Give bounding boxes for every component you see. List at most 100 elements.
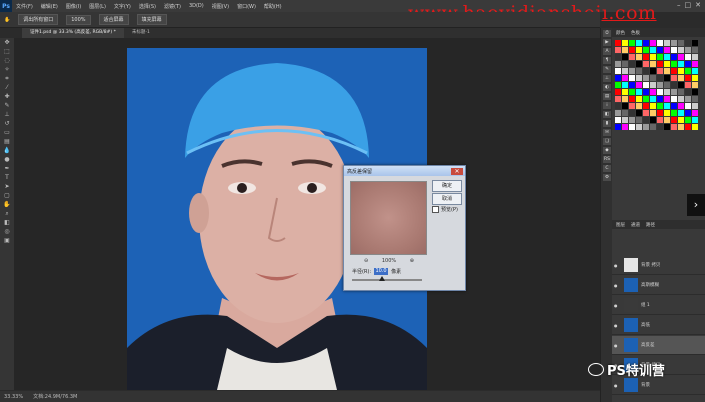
maximize-button[interactable]: □: [685, 1, 692, 9]
swatch[interactable]: [643, 75, 649, 81]
menu-type[interactable]: 文字(Y): [110, 3, 135, 10]
swatch[interactable]: [678, 124, 684, 130]
swatch[interactable]: [671, 110, 677, 116]
cancel-button[interactable]: 取消: [432, 193, 462, 205]
swatch[interactable]: [636, 96, 642, 102]
swatch[interactable]: [671, 82, 677, 88]
swatch[interactable]: [678, 40, 684, 46]
swatch[interactable]: [664, 82, 670, 88]
chevron-right-icon[interactable]: ›: [687, 194, 705, 216]
swatch[interactable]: [664, 68, 670, 74]
swatch[interactable]: [671, 89, 677, 95]
swatch[interactable]: [636, 89, 642, 95]
swatch[interactable]: [629, 68, 635, 74]
swatch[interactable]: [622, 82, 628, 88]
swatch[interactable]: [685, 40, 691, 46]
swatch[interactable]: [629, 117, 635, 123]
swatch[interactable]: [671, 68, 677, 74]
swatch[interactable]: [657, 47, 663, 53]
swatch[interactable]: [615, 61, 621, 67]
minimize-button[interactable]: –: [677, 1, 681, 9]
swatch[interactable]: [685, 47, 691, 53]
swatch[interactable]: [629, 110, 635, 116]
swatch[interactable]: [629, 124, 635, 130]
hand-tool-icon[interactable]: ✋: [4, 17, 10, 23]
swatch[interactable]: [650, 89, 656, 95]
swatch[interactable]: [629, 75, 635, 81]
swatch[interactable]: [615, 110, 621, 116]
character-icon[interactable]: A: [603, 48, 611, 55]
menu-filter[interactable]: 滤镜(T): [160, 3, 185, 10]
swatch[interactable]: [671, 54, 677, 60]
swatch[interactable]: [692, 68, 698, 74]
swatch[interactable]: [622, 47, 628, 53]
swatch[interactable]: [615, 82, 621, 88]
eyedropper-tool-icon[interactable]: ⁄: [2, 84, 12, 92]
swatch[interactable]: [622, 75, 628, 81]
ok-button[interactable]: 确定: [432, 180, 462, 192]
swatch[interactable]: [664, 124, 670, 130]
tab-color[interactable]: 颜色: [616, 30, 625, 36]
dialog-close-button[interactable]: ✕: [451, 167, 463, 175]
radius-slider[interactable]: [352, 276, 422, 281]
swatch[interactable]: [615, 117, 621, 123]
swatch[interactable]: [671, 40, 677, 46]
swatch[interactable]: [615, 47, 621, 53]
swatch[interactable]: [615, 124, 621, 130]
swatch[interactable]: [615, 75, 621, 81]
adjustments-icon[interactable]: ◐: [603, 84, 611, 91]
pen-tool-icon[interactable]: ✒: [2, 165, 12, 173]
crop-tool-icon[interactable]: ⌗: [2, 75, 12, 83]
swatch[interactable]: [650, 54, 656, 60]
swatch[interactable]: [678, 75, 684, 81]
plugin-rs-icon[interactable]: RS: [603, 156, 611, 163]
healing-brush-tool-icon[interactable]: ✚: [2, 93, 12, 101]
swatch[interactable]: [650, 117, 656, 123]
tab-layers[interactable]: 图层: [616, 222, 625, 228]
scroll-all-windows-button[interactable]: 调出所有窗口: [18, 14, 59, 25]
eraser-tool-icon[interactable]: ▭: [2, 129, 12, 137]
swatch[interactable]: [692, 96, 698, 102]
swatch[interactable]: [643, 61, 649, 67]
notes-icon[interactable]: ✉: [603, 129, 611, 136]
swatch[interactable]: [664, 47, 670, 53]
menu-window[interactable]: 窗口(W): [233, 3, 260, 10]
blur-tool-icon[interactable]: 💧: [2, 147, 12, 155]
plugin-c-icon[interactable]: C: [603, 165, 611, 172]
tab-document-1[interactable]: 证件1.psd @ 33.3% (高反差, RGB/8#) *: [22, 28, 124, 38]
fit-screen-button[interactable]: 适合屏幕: [98, 14, 129, 25]
preview-checkbox-row[interactable]: 预览(P): [432, 206, 458, 213]
navigator-icon[interactable]: ◧: [603, 111, 611, 118]
screen-mode-icon[interactable]: ▣: [2, 237, 12, 245]
type-tool-icon[interactable]: T: [2, 174, 12, 182]
swatch[interactable]: [678, 117, 684, 123]
menu-select[interactable]: 选择(S): [135, 3, 160, 10]
swatch[interactable]: [629, 89, 635, 95]
layer-row[interactable]: ● 高斯模糊: [612, 276, 705, 295]
swatch[interactable]: [671, 47, 677, 53]
swatch[interactable]: [650, 82, 656, 88]
swatch[interactable]: [615, 103, 621, 109]
swatch[interactable]: [643, 117, 649, 123]
swatch[interactable]: [678, 89, 684, 95]
filter-preview[interactable]: [350, 181, 427, 255]
visibility-eye-icon[interactable]: ●: [614, 303, 618, 308]
menu-view[interactable]: 视图(V): [208, 3, 233, 10]
histogram-icon[interactable]: ▮: [603, 120, 611, 127]
marquee-tool-icon[interactable]: ⬚: [2, 48, 12, 56]
swatch[interactable]: [692, 103, 698, 109]
swatch[interactable]: [657, 124, 663, 130]
swatch[interactable]: [692, 40, 698, 46]
swatch[interactable]: [643, 82, 649, 88]
swatch[interactable]: [629, 103, 635, 109]
swatch[interactable]: [622, 110, 628, 116]
swatch[interactable]: [636, 82, 642, 88]
swatch[interactable]: [622, 103, 628, 109]
swatch[interactable]: [636, 75, 642, 81]
actions-icon[interactable]: ▶: [603, 39, 611, 46]
lasso-tool-icon[interactable]: ◌: [2, 57, 12, 65]
swatch[interactable]: [685, 124, 691, 130]
swatch[interactable]: [657, 68, 663, 74]
menu-image[interactable]: 图像(I): [62, 3, 85, 10]
swatch[interactable]: [636, 40, 642, 46]
